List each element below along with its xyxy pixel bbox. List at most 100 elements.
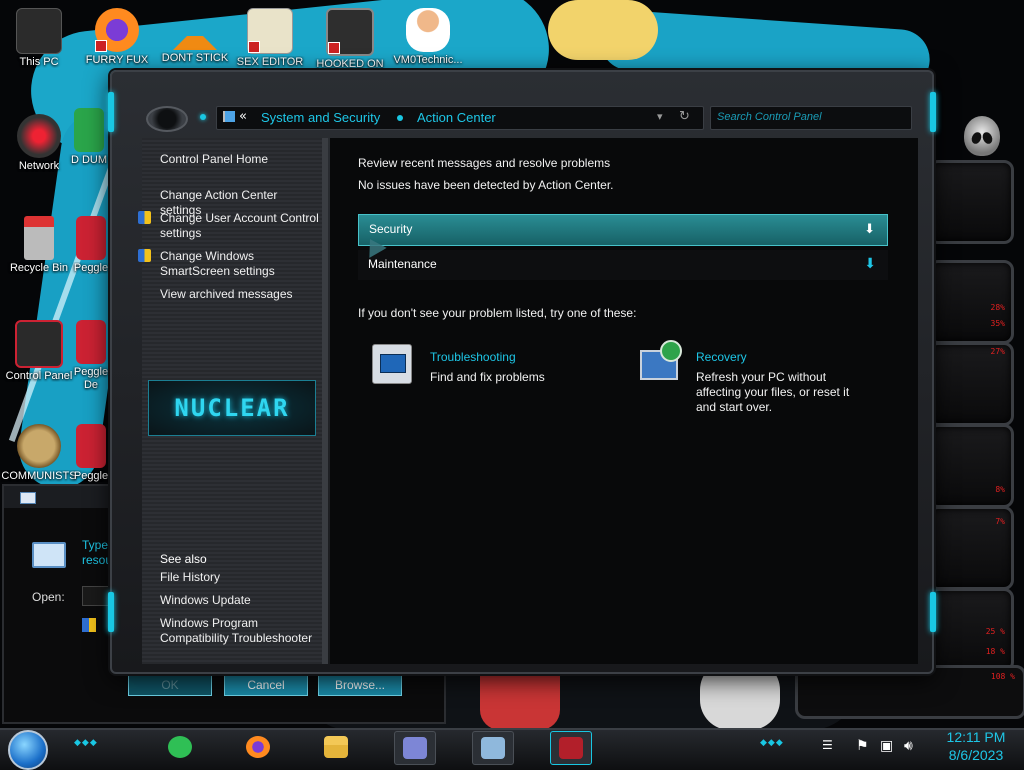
- alien-head-icon[interactable]: [964, 116, 1000, 156]
- desktop-icon-peggle-deluxe[interactable]: Peggle De: [66, 320, 116, 392]
- desktop-icon-d-dum[interactable]: D DUM: [64, 108, 114, 167]
- breadcrumb-separator-icon[interactable]: [397, 115, 403, 121]
- nuclear-logo: NUCLEAR: [148, 380, 316, 436]
- security-section-header[interactable]: Security ⬇: [358, 214, 888, 246]
- desktop-icon-label: Peggle De: [73, 366, 109, 391]
- action-center-window[interactable]: « System and Security Action Center ▾ ↻ …: [108, 70, 936, 674]
- clock-arrow-icon: [660, 340, 682, 362]
- taskbar-firefox-button[interactable]: [238, 731, 278, 763]
- breadcrumb-system-and-security[interactable]: System and Security: [261, 110, 380, 125]
- run-window-icon: [20, 492, 36, 504]
- troubleshooting-description: Find and fix problems: [430, 370, 545, 384]
- desktop-icon-sex-editor[interactable]: SEX EDITOR: [232, 8, 308, 68]
- taskbar-file-explorer-button[interactable]: [316, 731, 356, 763]
- gadget-panel: 27%: [928, 342, 1014, 426]
- desktop-icon-peggle-2[interactable]: Peggle: [66, 424, 116, 482]
- file-history-link[interactable]: File History: [160, 570, 220, 585]
- firefox-icon: [95, 8, 139, 52]
- desktop-icon-hooked-on[interactable]: HOOKED ON: [312, 8, 388, 70]
- address-bar[interactable]: « System and Security Action Center ▾ ↻: [216, 106, 704, 130]
- desktop-icon-label: Peggle: [73, 470, 109, 482]
- desktop-icon-label: HOOKED ON: [316, 58, 384, 70]
- window-edge-glow: [108, 92, 114, 132]
- taskbar-run-button[interactable]: [394, 731, 436, 765]
- technician-icon: [406, 8, 450, 52]
- gadget-readout: 25 %: [985, 627, 1005, 636]
- window-edge-glow: [108, 592, 114, 632]
- money-bag-icon: [17, 424, 61, 468]
- see-also-heading: See also: [160, 552, 207, 566]
- arrow-down-icon[interactable]: ⬇: [864, 222, 875, 237]
- gadget-readout: 27%: [990, 347, 1005, 356]
- start-button[interactable]: [8, 730, 48, 770]
- section-title: Security: [369, 222, 413, 236]
- desktop-icon-label: SEX EDITOR: [236, 56, 304, 68]
- uac-shield-icon: [138, 211, 151, 224]
- window-edge-glow: [930, 592, 936, 632]
- maze-icon: [326, 8, 374, 56]
- flag-icon: [223, 111, 235, 122]
- desktop-icon-dont-stick[interactable]: DONT STICK: [157, 8, 233, 64]
- gadget-readout: 28%: [990, 303, 1005, 312]
- change-uac-settings-link[interactable]: Change User Account Control settings: [160, 211, 326, 241]
- run-ok-button[interactable]: OK: [128, 674, 212, 696]
- uac-shield-icon: [138, 249, 151, 262]
- computer-icon: [16, 8, 62, 54]
- taskbar-notes-button[interactable]: [160, 731, 200, 763]
- taskbar-clock[interactable]: 12:11 PM 8/6/2023: [936, 728, 1016, 764]
- action-center-window-icon: [559, 737, 583, 759]
- back-forward-orb-button[interactable]: [146, 106, 188, 132]
- desktop-icon-peggle[interactable]: Peggle: [66, 216, 116, 274]
- gadget-readout: 35%: [990, 319, 1005, 328]
- firefox-icon: [246, 736, 270, 758]
- control-panel-home-link[interactable]: Control Panel Home: [160, 152, 268, 167]
- taskbar-decoration: ◆◆◆: [760, 738, 784, 748]
- network-tray-icon[interactable]: ▣: [880, 738, 893, 754]
- gadget-readout: 108 %: [990, 672, 1015, 681]
- system-monitor-gadget[interactable]: 28% 35% 27% 8% 7% 25 % 18 %: [928, 80, 1024, 720]
- tray-overflow-icon[interactable]: ☰: [822, 738, 833, 752]
- refresh-icon[interactable]: ↻: [679, 109, 690, 124]
- change-smartscreen-settings-link[interactable]: Change Windows SmartScreen settings: [160, 249, 326, 279]
- program-compatibility-link[interactable]: Windows Program Compatibility Troublesho…: [160, 616, 320, 646]
- breadcrumb-action-center[interactable]: Action Center: [417, 110, 496, 125]
- taskbar-action-center-button[interactable]: [550, 731, 592, 765]
- peggle-icon: [76, 216, 106, 260]
- troubleshooting-icon[interactable]: [372, 344, 412, 384]
- notes-icon: [168, 736, 192, 758]
- taskbar-control-panel-button[interactable]: [472, 731, 514, 765]
- run-browse-button[interactable]: Browse...: [318, 674, 402, 696]
- status-message: No issues have been detected by Action C…: [358, 178, 614, 192]
- vlc-cone-icon: [173, 8, 217, 50]
- chevron-down-icon[interactable]: ▾: [657, 110, 663, 123]
- desktop-icon-label: Peggle: [73, 262, 109, 274]
- view-archived-messages-link[interactable]: View archived messages: [160, 287, 293, 302]
- desktop-icon-this-pc[interactable]: This PC: [1, 8, 77, 68]
- recovery-description: Refresh your PC without affecting your f…: [696, 370, 850, 414]
- troubleshooting-link[interactable]: Troubleshooting: [430, 350, 516, 364]
- hex-editor-icon: [247, 8, 293, 54]
- breadcrumb-overflow-chevron[interactable]: «: [239, 109, 247, 124]
- windows-update-link[interactable]: Windows Update: [160, 593, 251, 608]
- gadget-readout: 8%: [995, 485, 1005, 494]
- taskbar-decoration: ◆◆◆: [74, 738, 98, 748]
- gadget-panel: 7%: [928, 506, 1014, 590]
- volume-icon[interactable]: 🔊︎: [904, 738, 913, 754]
- recovery-link[interactable]: Recovery: [696, 350, 747, 364]
- desktop-icon-vm0technic[interactable]: VM0Technic...: [390, 8, 466, 66]
- content-pane: Review recent messages and resolve probl…: [330, 138, 918, 664]
- search-input[interactable]: [711, 107, 913, 127]
- desktop-icon-furry-fux[interactable]: FURRY FUX: [79, 8, 155, 66]
- maintenance-section-header[interactable]: Maintenance ⬇: [358, 250, 888, 280]
- gadget-panel: 25 % 18 %: [928, 588, 1014, 672]
- search-box[interactable]: [710, 106, 913, 130]
- desktop-icon-label: D DUM: [70, 154, 108, 166]
- section-title: Maintenance: [368, 257, 437, 271]
- recovery-icon[interactable]: [638, 340, 682, 382]
- run-icon: [32, 542, 66, 568]
- arrow-down-icon[interactable]: ⬇: [864, 256, 876, 272]
- file-explorer-icon: [324, 736, 348, 758]
- nav-indicator-dot: [200, 114, 206, 120]
- action-center-flag-icon[interactable]: ⚑: [856, 738, 869, 754]
- run-cancel-button[interactable]: Cancel: [224, 674, 308, 696]
